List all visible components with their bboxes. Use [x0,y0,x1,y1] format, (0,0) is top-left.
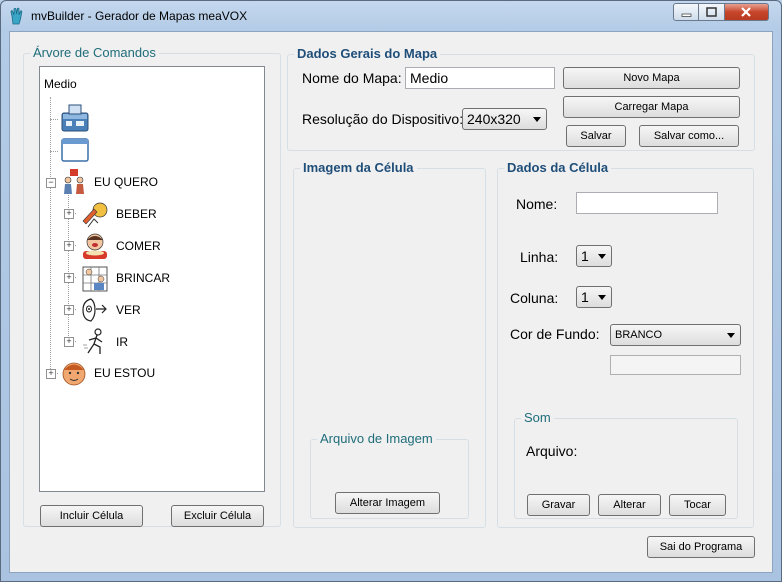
general-legend: Dados Gerais do Mapa [294,46,441,61]
hand-app-icon [10,7,23,25]
tree-item-beber[interactable]: BEBER [80,199,157,229]
tree-item-ver[interactable]: VER [80,295,141,325]
image-legend: Imagem da Célula [300,160,417,175]
close-icon [741,7,751,17]
col-value: 1 [581,289,589,305]
tree-item-computer[interactable] [60,103,90,133]
include-cell-button[interactable]: Incluir Célula [40,505,143,527]
face-icon [62,362,86,386]
tree-item-label: COMER [116,239,161,253]
sound-file-label: Arquivo: [526,443,578,459]
map-name-input[interactable]: Medio [405,67,555,89]
tree-item-label: EU QUERO [94,175,159,189]
chevron-down-icon [598,254,606,259]
tree-item-comer[interactable]: COMER [80,231,161,261]
row-label: Linha: [520,249,559,265]
tree-guide [50,97,51,375]
bg-color-select[interactable]: BRANCO [610,324,741,346]
tree-guide [50,151,58,152]
minimize-button[interactable] [673,3,699,21]
command-tree[interactable]: Medio − EU QUERO + BEBER + COMER + BRINC… [39,66,265,492]
exclude-cell-button[interactable]: Excluir Célula [171,505,264,527]
play-icon [82,266,108,292]
tree-legend: Árvore de Comandos [30,45,159,60]
expander-eu-estou[interactable]: + [46,369,56,379]
tree-item-ir[interactable]: IR [80,327,128,357]
load-map-button[interactable]: Carregar Mapa [563,96,740,118]
col-select[interactable]: 1 [576,286,612,308]
expander-ver[interactable]: + [64,305,74,315]
tree-item-brincar[interactable]: BRINCAR [80,263,170,293]
close-button[interactable] [725,3,769,21]
change-sound-button[interactable]: Alterar [598,494,661,516]
tree-item-eu-quero[interactable]: EU QUERO [60,168,158,196]
chevron-down-icon [598,295,606,300]
cell-legend: Dados da Célula [504,160,612,175]
exit-button[interactable]: Sai do Programa [647,536,755,558]
tree-guide [50,119,58,120]
row-value: 1 [581,248,589,264]
expander-ir[interactable]: + [64,337,74,347]
tree-root[interactable]: Medio [44,77,77,91]
chevron-down-icon [727,333,735,338]
map-name-label: Nome do Mapa: [302,70,402,86]
bg-color-preview [610,355,741,375]
tree-item-label: BRINCAR [116,271,171,285]
drink-icon [82,202,108,228]
cell-name-label: Nome: [516,196,558,212]
expander-brincar[interactable]: + [64,273,74,283]
tree-item-label: IR [116,335,128,349]
tree-item-window[interactable] [60,135,90,165]
record-button[interactable]: Gravar [527,494,590,516]
row-select[interactable]: 1 [576,245,612,267]
resolution-select[interactable]: 240x320 [462,108,547,130]
bg-color-label: Cor de Fundo: [510,326,600,342]
chevron-down-icon [533,117,541,122]
tree-item-label: EU ESTOU [94,366,156,380]
maximize-button[interactable] [699,3,725,21]
app-window: mvBuilder - Gerador de Mapas meaVOX Árvo… [0,0,782,582]
tree-item-eu-estou[interactable]: EU ESTOU [60,359,155,387]
minimize-icon [681,13,692,17]
client-area: Árvore de Comandos Medio − EU QUERO + BE… [9,31,773,573]
walk-icon [83,328,103,354]
tree-item-label: BEBER [116,207,157,221]
new-map-button[interactable]: Novo Mapa [563,67,740,89]
col-label: Coluna: [510,290,559,306]
window-title: mvBuilder - Gerador de Mapas meaVOX [31,9,248,23]
bg-color-value: BRANCO [615,329,663,341]
tree-root-label: Medio [44,77,77,91]
title-bar[interactable]: mvBuilder - Gerador de Mapas meaVOX [1,1,781,31]
tree-item-label: VER [116,303,141,317]
save-button[interactable]: Salvar [566,125,626,147]
person-want-icon [64,169,84,194]
computer-card-icon [61,104,89,132]
save-as-button[interactable]: Salvar como... [639,125,739,147]
change-image-button[interactable]: Alterar Imagem [335,492,440,514]
expander-comer[interactable]: + [64,241,74,251]
sound-legend: Som [521,410,554,425]
expander-eu-quero[interactable]: − [46,178,56,188]
window-card-icon [61,138,89,162]
resolution-label: Resolução do Dispositivo: [302,111,464,127]
resolution-value: 240x320 [467,111,521,127]
play-sound-button[interactable]: Tocar [669,494,726,516]
maximize-icon [706,7,717,17]
see-icon [82,298,107,322]
expander-beber[interactable]: + [64,209,74,219]
cell-name-input[interactable] [576,192,718,214]
eat-icon [83,233,107,259]
image-file-legend: Arquivo de Imagem [317,431,436,446]
